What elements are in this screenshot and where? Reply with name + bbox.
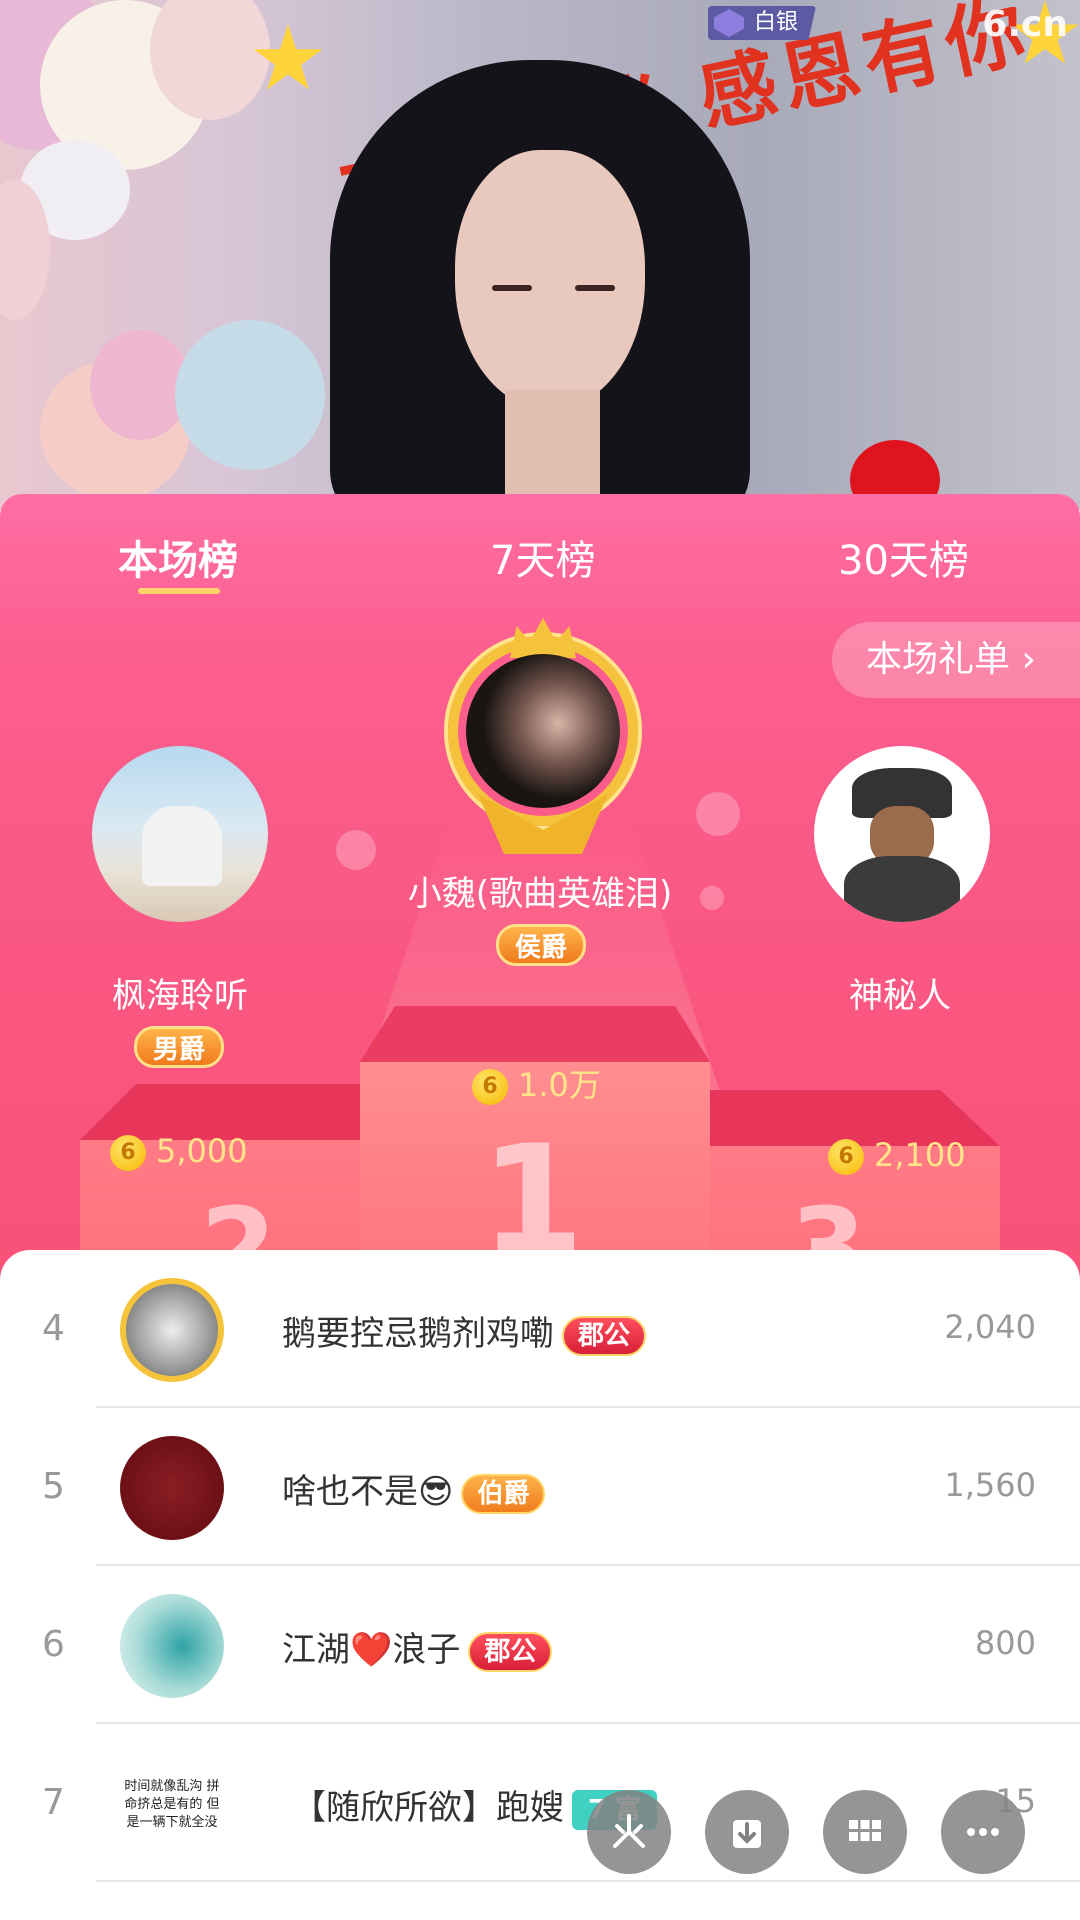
download-icon-glyph (733, 1820, 761, 1848)
list-rank: 5 (42, 1466, 65, 1507)
list-score: 800 (974, 1624, 1036, 1662)
list-name-text: 鹅要控忌鹅剂鸡嘞 (282, 1314, 554, 1354)
mystery-coat (844, 856, 960, 922)
download-icon[interactable] (705, 1790, 789, 1874)
eye (492, 285, 532, 291)
list-rank: 4 (42, 1308, 65, 1349)
crown-icon (510, 618, 576, 658)
list-item[interactable]: 4 鹅要控忌鹅剂鸡嘞 郡公 2,040 (0, 1250, 1080, 1408)
score-rank-3: 6 2,100 (828, 1136, 966, 1175)
balloon (175, 320, 325, 470)
list-name: 啥也不是😎 伯爵 (282, 1464, 546, 1514)
coin-icon: 6 (110, 1135, 146, 1171)
title-badge-rank-2: 男爵 (134, 1026, 225, 1068)
share-icon-glyph (613, 1814, 645, 1848)
list-name-text: 【随欣所欲】跑嫂 (292, 1788, 564, 1828)
podium-1-top (360, 1006, 710, 1062)
grid-icon-glyph (849, 1820, 881, 1841)
streamer-face (455, 150, 645, 410)
coin-icon: 6 (472, 1069, 508, 1105)
ranking-list[interactable]: 4 鹅要控忌鹅剂鸡嘞 郡公 2,040 5 啥也不是😎 伯爵 1,560 6 江湖❤… (0, 1250, 1080, 1920)
avatar-rank-3[interactable] (814, 746, 990, 922)
gift-list-button[interactable]: 本场礼单 › (832, 622, 1080, 698)
list-avatar[interactable]: 时间就像乱沟 拼命挤总是有的 但是一辆下就全没 (120, 1752, 224, 1856)
list-item[interactable]: 5 啥也不是😎 伯爵 1,560 (0, 1408, 1080, 1566)
share-icon[interactable] (587, 1790, 671, 1874)
list-name: 江湖❤️浪子 郡公 (282, 1622, 553, 1672)
more-icon-glyph (967, 1828, 999, 1836)
active-tab-indicator (138, 588, 220, 594)
list-avatar[interactable] (120, 1436, 224, 1540)
sparkle (696, 792, 740, 836)
grid-icon[interactable] (823, 1790, 907, 1874)
tier-label: 白银 (754, 10, 799, 35)
name-rank-1: 小魏(歌曲英雄泪) (407, 874, 673, 914)
tab-30-days[interactable]: 30天榜 (838, 528, 969, 586)
list-name-text: 江湖❤️浪子 (282, 1630, 461, 1670)
score-rank-2: 6 5,000 (110, 1132, 248, 1171)
list-title-badge: 郡公 (562, 1315, 647, 1356)
list-title-badge: 郡公 (468, 1631, 553, 1672)
list-rank: 6 (42, 1624, 65, 1665)
name-rank-2: 枫海聆听 (112, 976, 248, 1016)
list-score: 2,040 (944, 1308, 1036, 1346)
title-badge-rank-1: 侯爵 (496, 924, 587, 966)
streamer-neck (505, 390, 600, 510)
tab-this-session[interactable]: 本场榜 (118, 528, 238, 586)
score-value-rank-1: 1.0万 (518, 1066, 601, 1104)
tier-badge: 白银 (708, 6, 817, 40)
list-name: 鹅要控忌鹅剂鸡嘞 郡公 (282, 1306, 647, 1356)
watermark-logo: 6.cn (982, 4, 1068, 45)
score-value-rank-3: 2,100 (874, 1136, 966, 1174)
list-item[interactable]: 7 时间就像乱沟 拼命挤总是有的 但是一辆下就全没 【随欣所欲】跑嫂7 富 15 (0, 1724, 1080, 1882)
list-rank: 7 (42, 1782, 65, 1823)
list-avatar[interactable] (120, 1278, 224, 1382)
list-score: 1,560 (944, 1466, 1036, 1504)
live-stream-video[interactable]: 一路陪伴 感恩有你 白银 6.cn (0, 0, 1080, 510)
eye (575, 285, 615, 291)
list-name-text: 啥也不是😎 (282, 1472, 454, 1512)
avatar-handwriting: 时间就像乱沟 拼命挤总是有的 但是一辆下就全没 (124, 1779, 220, 1830)
sparkle (336, 830, 376, 870)
divider (96, 1880, 1080, 1882)
score-value-rank-2: 5,000 (156, 1132, 248, 1170)
list-item[interactable]: 6 江湖❤️浪子 郡公 800 (0, 1566, 1080, 1724)
avatar-rank-1[interactable] (466, 654, 620, 808)
list-title-badge: 伯爵 (461, 1473, 546, 1514)
name-rank-3: 神秘人 (849, 976, 951, 1016)
ranking-tabs: 本场榜 7天榜 30天榜 (0, 494, 1080, 612)
coin-icon: 6 (828, 1139, 864, 1175)
tab-7-days[interactable]: 7天榜 (490, 528, 595, 586)
tier-icon (714, 9, 744, 37)
couple-figure (142, 806, 222, 886)
score-rank-1: 6 1.0万 (472, 1060, 601, 1106)
more-icon[interactable] (941, 1790, 1025, 1874)
avatar-rank-2[interactable] (92, 746, 268, 922)
list-avatar[interactable] (120, 1594, 224, 1698)
